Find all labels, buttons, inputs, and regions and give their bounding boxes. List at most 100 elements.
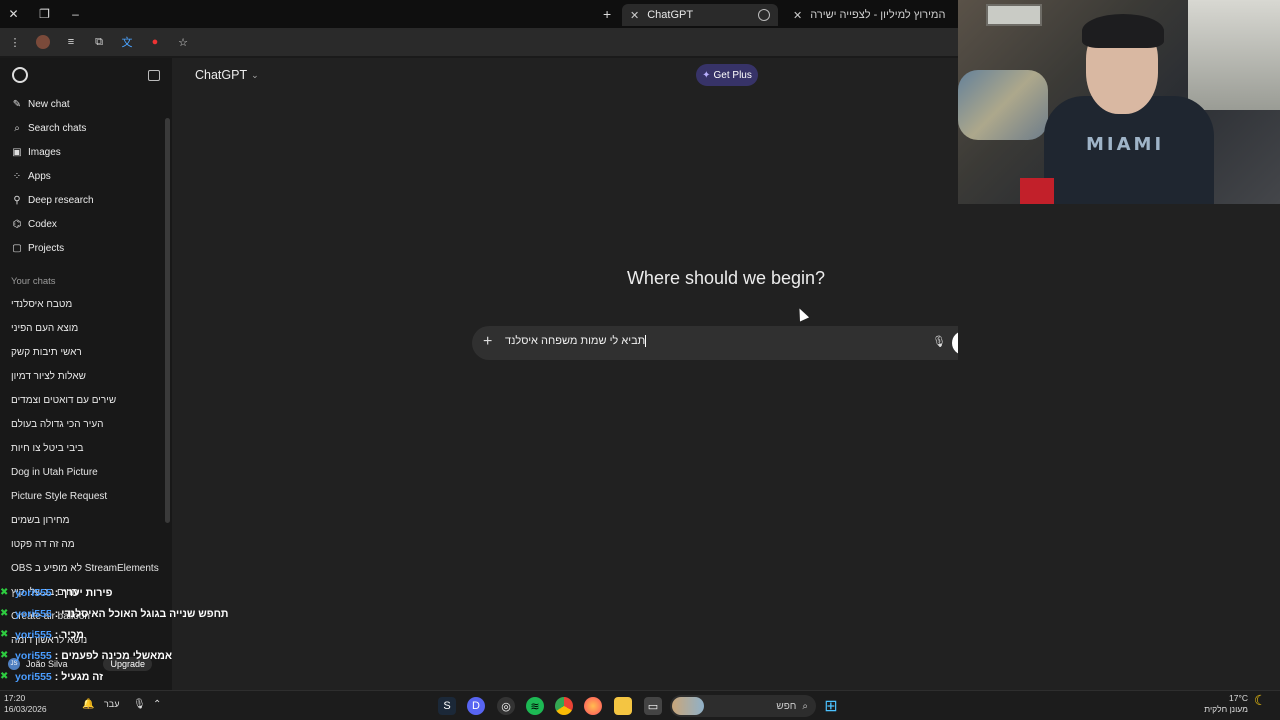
- chat-history-item[interactable]: שאלות לציור דמיון: [0, 364, 172, 388]
- sidebar-item-apps[interactable]: ⁘ Apps: [0, 164, 172, 188]
- prompt-input[interactable]: תביא לי שמות משפחה איסלנד: [505, 335, 647, 348]
- chat-history-item[interactable]: מה זה דה פקטו: [0, 532, 172, 556]
- sidebar-item-label: Apps: [28, 170, 51, 182]
- kick-badge-icon: ✖: [0, 587, 9, 598]
- weather-widget[interactable]: 17°C מעונן חלקית ☾: [1200, 693, 1266, 715]
- search-highlight-image: [672, 697, 704, 715]
- firefox-icon[interactable]: [584, 697, 602, 715]
- clock[interactable]: 17:20 16/03/2026: [4, 693, 47, 715]
- chat-history-item[interactable]: ביבי ביטל צו חיות: [0, 436, 172, 460]
- sidebar-item-label: Projects: [28, 242, 65, 254]
- get-plus-button[interactable]: ✦ Get Plus: [696, 64, 758, 86]
- chat-history-item[interactable]: העיר הכי גדולה בעולם: [0, 412, 172, 436]
- close-tab-icon[interactable]: ✕: [630, 9, 639, 22]
- chat-main: ChatGPT ⌄ ✦ Get Plus Where should we beg…: [172, 58, 984, 690]
- browser-tabbar: ✕ ❐ – + ✕ ChatGPT ✕ המירוץ למיליון - לצפ…: [0, 0, 958, 28]
- chat-history-item[interactable]: מטבח איסלנדי: [0, 292, 172, 316]
- sidebar-item-label: Images: [28, 146, 61, 158]
- chrome-icon[interactable]: [555, 697, 573, 715]
- sidebar-item-images[interactable]: ▣ Images: [0, 140, 172, 164]
- chat-history-item[interactable]: Picture Style Request: [0, 484, 172, 508]
- kick-badge-icon: ✖: [0, 608, 9, 619]
- sidebar-item-label: Search chats: [28, 122, 87, 134]
- stream-chat-message: ✖ yori555: תחפש שנייה בגוגל האוכל האיסלנדי: [0, 603, 260, 624]
- chat-username: yori555: [15, 649, 52, 662]
- reading-list-icon[interactable]: ≡: [64, 35, 78, 49]
- close-tab-icon[interactable]: ✕: [793, 9, 802, 22]
- close-window-icon[interactable]: ✕: [6, 0, 21, 28]
- sidebar-toggle-icon[interactable]: [148, 69, 160, 81]
- spotify-icon[interactable]: ≋: [526, 697, 544, 715]
- clock-date: 16/03/2026: [4, 704, 47, 714]
- chat-username: yori555: [15, 586, 52, 599]
- webcam-window-frame: [986, 4, 1042, 26]
- bookmark-star-icon[interactable]: ☆: [176, 35, 190, 49]
- chat-username: yori555: [15, 670, 52, 683]
- edit-icon: ✎: [12, 98, 22, 110]
- terminal-icon[interactable]: ▭: [644, 697, 662, 715]
- model-name: ChatGPT: [195, 68, 248, 82]
- tab-stream[interactable]: ✕ המירוץ למיליון - לצפייה ישירה | ...: [785, 4, 955, 26]
- chat-history-item[interactable]: Dog in Utah Picture: [0, 460, 172, 484]
- kick-badge-icon: ✖: [0, 629, 9, 640]
- browser-toolbar: ⋮ ≡ ⧉ 文 ● ☆: [0, 28, 958, 56]
- tab-title: המירוץ למיליון - לצפייה ישירה | ...: [810, 9, 947, 21]
- chat-history-item[interactable]: מחירון בשמים: [0, 508, 172, 532]
- sidebar-item-deep-research[interactable]: ⚲ Deep research: [0, 188, 172, 212]
- search-label: חפש: [776, 700, 797, 712]
- notification-icon[interactable]: 🔔: [82, 699, 94, 710]
- windows-start-icon[interactable]: ⊞: [822, 697, 840, 715]
- minimize-window-icon[interactable]: –: [68, 0, 83, 28]
- extension-record-icon[interactable]: ●: [148, 35, 162, 49]
- obs-icon[interactable]: ◎: [497, 697, 515, 715]
- chat-separator: :: [54, 670, 59, 683]
- image-icon: ▣: [12, 146, 22, 158]
- chat-text: מכיר: [61, 628, 84, 641]
- sidebar-item-projects[interactable]: ▢ Projects: [0, 236, 172, 260]
- moon-cloud-icon: ☾: [1254, 692, 1267, 708]
- chat-history-item[interactable]: ראשי תיבות קשק: [0, 340, 172, 364]
- chat-history-item[interactable]: שירים עם דואטים וצמדים: [0, 388, 172, 412]
- tab-chatgpt[interactable]: ✕ ChatGPT: [622, 4, 778, 26]
- sidebar-scrollbar[interactable]: [165, 118, 170, 523]
- sidebar-item-search-chats[interactable]: ⌕ Search chats: [0, 116, 172, 140]
- chat-history-item[interactable]: מוצא העם הפיני: [0, 316, 172, 340]
- webcam-pillow: [958, 70, 1048, 140]
- discord-icon[interactable]: D: [467, 697, 485, 715]
- model-selector[interactable]: ChatGPT ⌄: [195, 68, 259, 82]
- windows-taskbar: 17:20 16/03/2026 🔔 עבר 🎙 ⌃ S D ◎ ≋ ▭ חפש…: [0, 690, 1280, 720]
- steam-icon[interactable]: S: [438, 697, 456, 715]
- menu-icon[interactable]: ⋮: [8, 35, 22, 49]
- restore-window-icon[interactable]: ❐: [37, 0, 52, 28]
- right-background: [958, 204, 1280, 690]
- profile-avatar-icon[interactable]: [36, 35, 50, 49]
- add-attachment-icon[interactable]: +: [483, 333, 492, 351]
- chat-separator: :: [54, 649, 59, 662]
- taskbar-search[interactable]: חפש ⌕: [670, 695, 816, 717]
- file-explorer-icon[interactable]: [614, 697, 632, 715]
- sparkle-icon: ✦: [702, 69, 711, 81]
- kick-badge-icon: ✖: [0, 650, 9, 661]
- webcam-shirt-print: MIAMI: [1086, 134, 1165, 155]
- webcam-window-light: [1188, 0, 1280, 110]
- weather-temp: 17°C: [1229, 693, 1248, 703]
- screen: ✕ ❐ – + ✕ ChatGPT ✕ המירוץ למיליון - לצפ…: [0, 0, 1280, 720]
- prompt-composer[interactable]: + תביא לי שמות משפחה איסלנד 🎙 ↑: [472, 326, 984, 360]
- weather-desc: מעונן חלקית: [1204, 704, 1248, 714]
- mic-tray-icon[interactable]: 🎙: [133, 699, 146, 710]
- sidebar-item-new-chat[interactable]: ✎ New chat: [0, 92, 172, 116]
- new-tab-icon[interactable]: +: [603, 6, 611, 22]
- microphone-icon[interactable]: 🎙: [932, 335, 946, 348]
- chat-history-item[interactable]: StreamElements לא מופיע ב OBS: [0, 556, 172, 580]
- extension-translate-icon[interactable]: 文: [120, 35, 134, 49]
- kick-badge-icon: ✖: [0, 671, 9, 682]
- chat-separator: :: [54, 607, 59, 620]
- sidebar-item-codex[interactable]: ⌬ Codex: [0, 212, 172, 236]
- input-language[interactable]: עבר: [104, 699, 119, 709]
- webcam-person-hair: [1082, 14, 1164, 48]
- openai-logo-icon[interactable]: [12, 67, 28, 83]
- extensions-icon[interactable]: ⧉: [92, 35, 106, 49]
- tray-expand-icon[interactable]: ⌃: [153, 699, 161, 710]
- webcam-can: [1020, 178, 1054, 204]
- chat-separator: :: [54, 586, 59, 599]
